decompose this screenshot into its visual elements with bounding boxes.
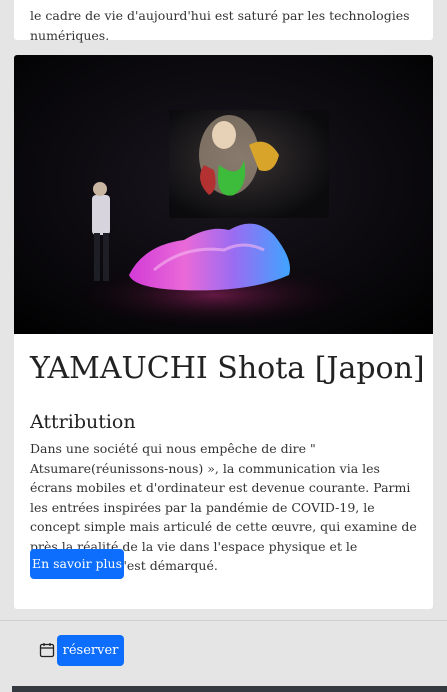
- divider: [0, 620, 447, 621]
- calendar-icon: [39, 643, 55, 658]
- reserve-button[interactable]: réserver: [57, 635, 124, 666]
- learn-more-button[interactable]: En savoir plus: [30, 549, 124, 579]
- previous-card-text: le cadre de vie d'aujourd'hui est saturé…: [30, 8, 410, 43]
- section-title: Attribution: [30, 411, 136, 433]
- artist-name: YAMAUCHI Shota [Japon]: [30, 351, 425, 386]
- artist-card: YAMAUCHI Shota [Japon] Attribution Dans …: [14, 55, 433, 609]
- previous-card: le cadre de vie d'aujourd'hui est saturé…: [14, 0, 433, 43]
- footer-bar: [12, 686, 447, 692]
- artwork-image: [14, 55, 433, 334]
